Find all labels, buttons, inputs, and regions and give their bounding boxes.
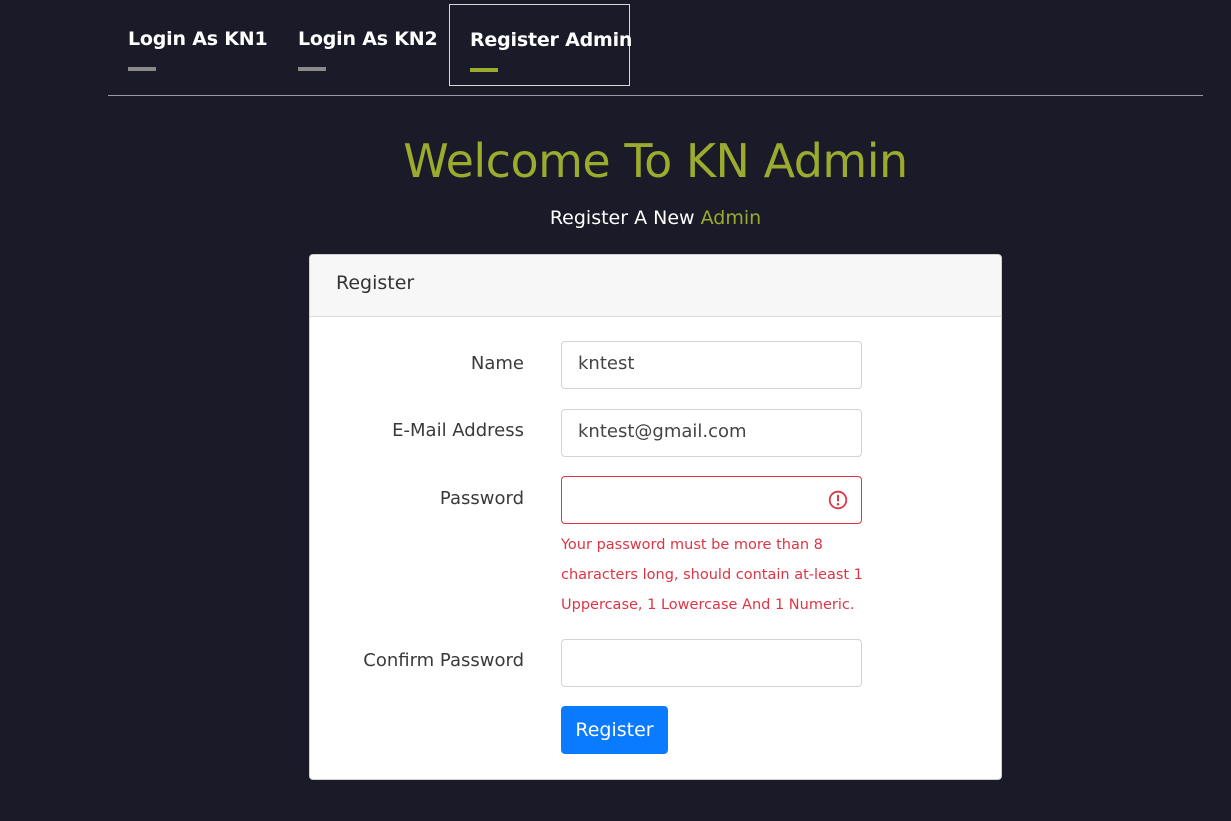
name-label: Name	[470, 353, 524, 374]
nav-login-kn1[interactable]: Login As KN1	[108, 4, 288, 86]
nav-underline	[128, 67, 156, 71]
nav-label: Login As KN1	[128, 28, 268, 50]
email-label: E-Mail Address	[392, 420, 524, 441]
card-header: Register	[310, 255, 1001, 317]
register-button[interactable]: Register	[561, 706, 668, 754]
nav-underline	[298, 67, 326, 71]
password-label: Password	[439, 488, 524, 509]
alert-circle-icon	[828, 490, 848, 510]
email-input[interactable]: kntest@gmail.com	[561, 409, 862, 457]
name-value: kntest	[578, 353, 635, 374]
password-error-line: Uppercase, 1 Lowercase And 1 Numeric.	[561, 597, 855, 613]
subtitle-text: Register A New	[549, 207, 701, 229]
confirm-password-input[interactable]	[561, 639, 862, 687]
password-input[interactable]	[561, 476, 862, 524]
subtitle-accent: Admin	[700, 207, 762, 229]
nav-login-kn2[interactable]: Login As KN2	[278, 4, 458, 86]
email-value: kntest@gmail.com	[578, 421, 747, 442]
confirm-password-label: Confirm Password	[363, 650, 524, 671]
page-title: Welcome To KN Admin	[403, 134, 908, 188]
page-subtitle: Register A New Admin	[0, 207, 1231, 229]
password-error-line: characters long, should contain at-least…	[561, 567, 863, 583]
top-nav: Login As KN1 Login As KN2 Register Admin	[108, 0, 1203, 96]
nav-register-admin[interactable]: Register Admin	[449, 4, 633, 86]
password-error-line: Your password must be more than 8	[561, 537, 823, 553]
password-error: Your password must be more than 8 charac…	[561, 530, 881, 620]
nav-underline-active	[470, 68, 498, 72]
nav-label: Login As KN2	[298, 28, 438, 50]
register-card: Register Name kntest E-Mail Address knte…	[309, 254, 1002, 780]
nav-label: Register Admin	[470, 29, 633, 51]
name-input[interactable]: kntest	[561, 341, 862, 389]
